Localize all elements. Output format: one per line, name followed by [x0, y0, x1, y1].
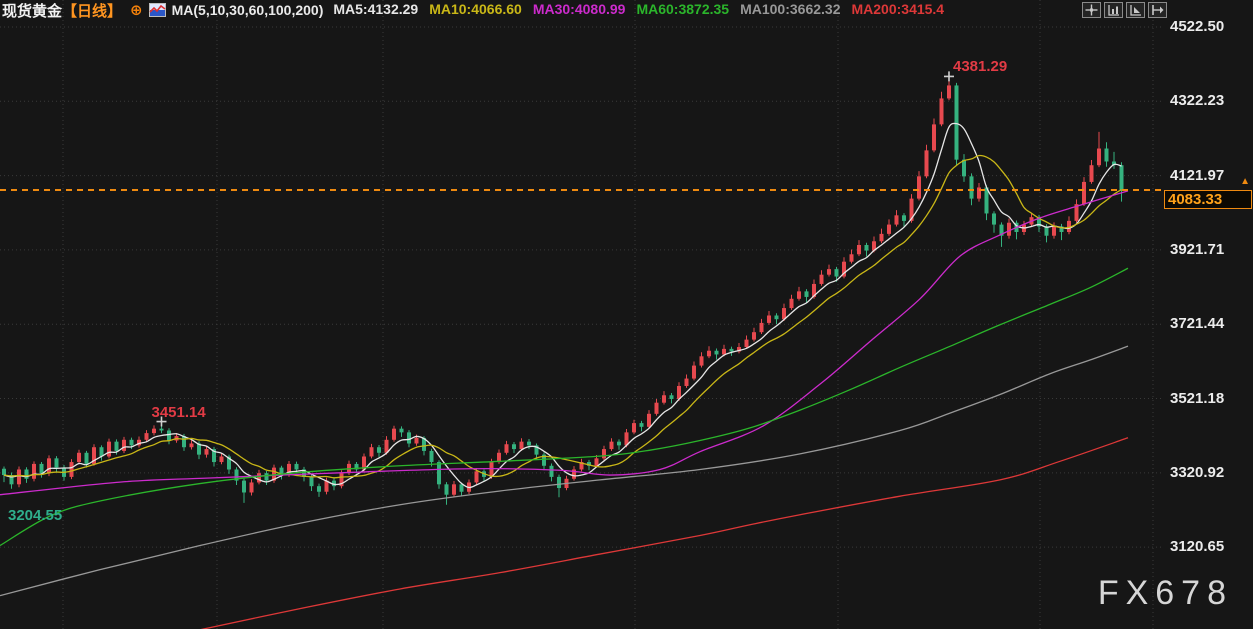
y-axis-label: 3521.18	[1170, 390, 1224, 407]
crosshair-icon[interactable]	[1082, 2, 1101, 18]
current-price-tag: 4083.33	[1164, 190, 1252, 209]
price-level-annotation: 3204.55	[8, 507, 62, 524]
candlestick-chart[interactable]: 现货黄金 【日线】 ⊕ MA(5,10,30,60,100,200) MA5:4…	[0, 0, 1253, 629]
y-axis-label: 3921.71	[1170, 241, 1224, 258]
y-axis-label: 3721.44	[1170, 315, 1224, 332]
period-label: 【日线】	[62, 0, 122, 21]
watermark: FX678	[1098, 574, 1233, 613]
y-axis-label: 3120.65	[1170, 538, 1224, 555]
y-axis-label: 3320.92	[1170, 464, 1224, 481]
ma-legend-item: MA5:4132.29	[333, 1, 418, 17]
y-axis-label: 4522.50	[1170, 18, 1224, 35]
chart-header: 现货黄金 【日线】 ⊕ MA(5,10,30,60,100,200) MA5:4…	[0, 0, 1253, 20]
ma-legend-item: MA30:4080.99	[533, 1, 626, 17]
y-axis-label: 4322.23	[1170, 92, 1224, 109]
chart-toolbar	[1082, 2, 1167, 18]
ma-legend-item: MA60:3872.35	[636, 1, 729, 17]
chart-logo-icon	[149, 3, 166, 17]
ma-parameters-label: MA(5,10,30,60,100,200)	[172, 2, 324, 18]
symbol-title: 现货黄金	[2, 0, 62, 21]
add-indicator-icon[interactable]: ⊕	[130, 3, 143, 18]
y-axis-label: 4121.97	[1170, 167, 1224, 184]
candlestick-chart-canvas[interactable]	[0, 0, 1253, 629]
latest-price-arrow-icon[interactable]: ▲	[1240, 176, 1250, 187]
pan-right-icon[interactable]	[1148, 2, 1167, 18]
ma-legend-item: MA200:3415.4	[851, 1, 944, 17]
ma-legend: MA5:4132.29 MA10:4066.60 MA30:4080.99 MA60:…	[333, 1, 955, 19]
time-scale-icon[interactable]	[1126, 2, 1145, 18]
ma-legend-item: MA100:3662.32	[740, 1, 840, 17]
swing-high-annotation: 4381.29	[953, 58, 1007, 75]
ma-legend-item: MA10:4066.60	[429, 1, 522, 17]
price-scale-icon[interactable]	[1104, 2, 1123, 18]
swing-high-annotation: 3451.14	[152, 404, 206, 421]
